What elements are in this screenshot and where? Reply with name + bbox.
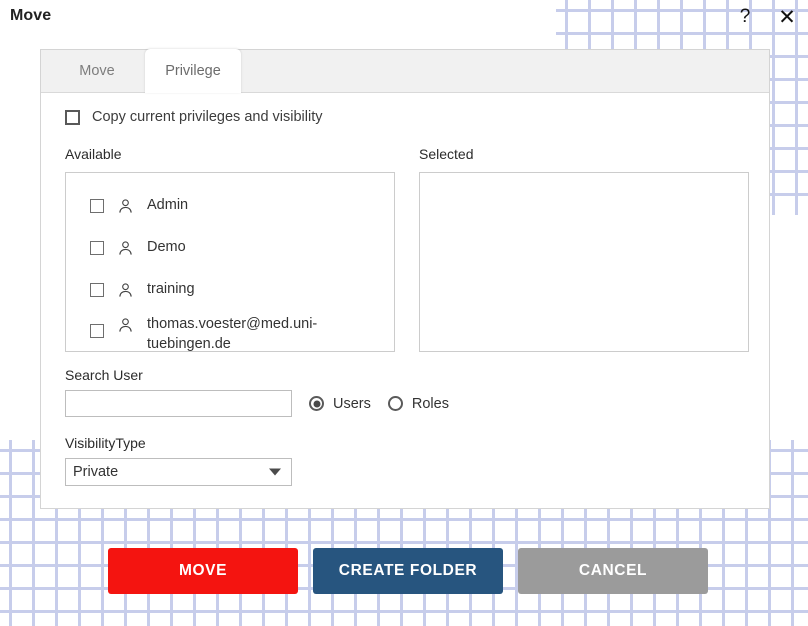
person-icon: [119, 282, 132, 297]
tab-privilege[interactable]: Privilege: [145, 49, 241, 93]
person-icon: [119, 198, 132, 213]
list-item-checkbox[interactable]: [90, 324, 104, 338]
search-user-row: Users Roles: [65, 390, 749, 417]
search-user-block: Search User Users Roles: [65, 367, 749, 417]
search-type-radio-group: Users Roles: [309, 396, 449, 412]
visibility-type-block: VisibilityType Private: [65, 435, 749, 486]
selected-column: Selected: [419, 146, 749, 352]
list-item-label: Demo: [147, 239, 186, 256]
person-icon: [119, 240, 132, 255]
radio-users[interactable]: Users: [309, 396, 371, 412]
radio-roles-indicator[interactable]: [387, 396, 403, 411]
radio-users-label: Users: [333, 395, 371, 412]
visibility-type-label: VisibilityType: [65, 435, 146, 451]
search-user-input[interactable]: [65, 390, 292, 417]
selected-list[interactable]: [419, 172, 749, 352]
list-item[interactable]: Demo: [66, 227, 394, 269]
list-item-label: Admin: [147, 197, 189, 214]
available-title: Available: [65, 146, 122, 162]
list-item-checkbox[interactable]: [90, 241, 104, 255]
tab-move[interactable]: Move: [49, 49, 145, 92]
radio-users-indicator[interactable]: [309, 396, 324, 411]
tab-strip: Move Privilege: [41, 49, 769, 93]
copy-privileges-label: Copy current privileges and visibility: [92, 109, 323, 125]
move-dialog: Move Privilege Copy current privileges a…: [40, 49, 770, 509]
available-column: Available Admin Demo training thomas.voe…: [65, 146, 395, 352]
list-item-label: thomas.voester@med.uni-tuebingen.de: [147, 316, 318, 352]
privilege-lists: Available Admin Demo training thomas.voe…: [65, 146, 749, 352]
dialog-body: Copy current privileges and visibility A…: [41, 93, 769, 508]
window-controls: ? ✕: [732, 4, 800, 30]
list-item[interactable]: thomas.voester@med.uni-tuebingen.de: [66, 311, 394, 352]
create-folder-button[interactable]: CREATE FOLDER: [313, 548, 503, 594]
help-icon[interactable]: ?: [732, 4, 758, 30]
copy-privileges-row[interactable]: Copy current privileges and visibility: [65, 109, 749, 125]
visibility-type-select[interactable]: Private: [65, 458, 292, 486]
list-item[interactable]: training: [66, 269, 394, 311]
list-item-checkbox[interactable]: [90, 199, 104, 213]
radio-roles[interactable]: Roles: [387, 395, 449, 412]
list-item-label: training: [147, 281, 195, 298]
available-list[interactable]: Admin Demo training thomas.voester@med.u…: [65, 172, 395, 352]
move-button[interactable]: MOVE: [108, 548, 298, 594]
window-title: Move: [10, 7, 52, 24]
list-item-checkbox[interactable]: [90, 283, 104, 297]
person-icon: [119, 318, 132, 332]
selected-title: Selected: [419, 146, 474, 162]
list-item[interactable]: Admin: [66, 185, 394, 227]
cancel-button[interactable]: CANCEL: [518, 548, 708, 594]
visibility-type-value[interactable]: Private: [65, 458, 292, 486]
dialog-actions: MOVE CREATE FOLDER CANCEL: [108, 548, 708, 594]
close-icon[interactable]: ✕: [774, 4, 800, 30]
radio-roles-label: Roles: [411, 395, 449, 412]
copy-privileges-checkbox[interactable]: [65, 109, 80, 125]
search-user-label: Search User: [65, 367, 143, 383]
